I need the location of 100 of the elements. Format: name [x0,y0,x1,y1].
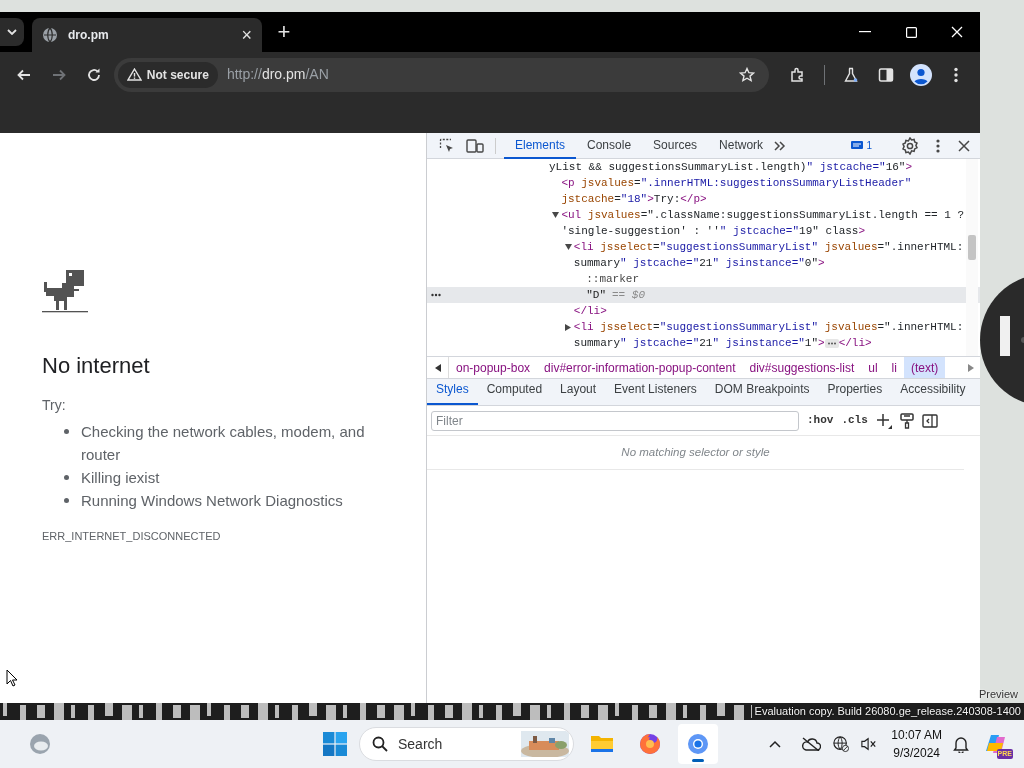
close-icon [951,26,963,38]
devtools-tab[interactable]: Console [576,132,643,159]
more-tabs-button[interactable] [774,140,787,151]
reload-icon [86,66,103,83]
search-field[interactable]: Search [396,732,496,756]
dinosaur-icon [42,270,88,313]
message-icon [851,140,864,151]
search-icon [372,736,388,752]
inspect-icon [439,137,455,154]
code-line: </li> [838,337,872,349]
cloud-off-icon [801,737,822,751]
side-panel-icon [877,66,894,83]
close-tab-button[interactable]: × [241,26,252,44]
issues-button[interactable]: 1 [851,140,872,151]
filter-field[interactable]: Filter [431,410,799,431]
code-line: summary" jstcache="21" jsinstance="1"> [573,337,825,349]
breadcrumb[interactable]: div#suggestions-list [742,357,862,378]
style-toggle-button[interactable]: :hov [807,412,834,429]
paint-roller-icon [899,412,914,429]
plus-icon [875,412,892,429]
sidebar-icon [921,413,938,428]
tab-title: dro.pm [68,27,110,44]
address-bar[interactable]: Not secure http://dro.pm/AN [113,57,769,92]
empty-message: No matching selector or style [427,436,964,471]
devtools-tab[interactable]: Network [708,132,775,159]
new-rule-button[interactable] [875,412,892,429]
maximize-icon [905,26,917,38]
breadcrumb[interactable]: div#error-information-popup-content [537,357,743,378]
cursor-icon [6,669,18,687]
fox-globe-icon [638,732,662,756]
style-toggle-button[interactable]: .cls [841,412,868,429]
code-line: summary" jstcache="21" jsinstance="0"> [573,257,825,269]
clock[interactable]: 10:07 AM 9/3/2024 [891,726,942,762]
globe-icon [42,27,58,43]
panel-tab[interactable]: Computed [477,380,552,405]
warning-icon [126,68,142,81]
suggestion-text: Checking the network cables, modem, and router [81,422,366,466]
panel-tab[interactable]: Layout [551,380,606,405]
panel-tab[interactable]: Properties [818,380,892,405]
panel-tab[interactable]: Styles [427,380,478,405]
code-line: <li jsselect="suggestionsSummaryList" jsvalues=".innerHTML: [573,241,964,253]
code-line: jstcache="18">Try:</p> [561,193,707,205]
selection-hint: == $0 [612,289,645,301]
new-tab-button[interactable]: + [270,21,298,43]
clock-date: 9/3/2024 [893,745,940,762]
scrollbar[interactable] [966,159,978,356]
avatar-icon [910,63,933,86]
breadcrumb[interactable]: (text) [903,357,946,378]
panel-tab[interactable]: Event Listeners [605,380,706,405]
tab-search-button[interactable] [0,18,24,46]
browser-tab[interactable]: dro.pm × [32,18,262,52]
error-code: ERR_INTERNET_DISCONNECTED [42,529,222,545]
devtools-tab[interactable]: Elements [504,132,577,159]
code-line: </li> [573,305,607,317]
code-line: yList && suggestionsSummaryList.length)" jstcache="16"> [549,161,913,173]
url-text: http://dro.pm/AN [226,65,330,84]
panel-tab[interactable]: Accessibility [891,380,975,405]
kebab-menu-icon [936,138,940,153]
ellipsis-icon[interactable] [431,293,441,298]
collapsed-content-icon [824,338,839,348]
sidebar-toggle-button[interactable] [921,413,938,428]
windows-logo-icon [323,732,347,756]
devtools-tab[interactable]: Sources [642,132,709,159]
code-line: 'single-suggestion' : ''" jstcache="19" class> [561,225,866,237]
devices-icon [466,138,484,153]
chevron-down-icon [7,29,17,35]
panel-tab[interactable]: DOM Breakpoints [705,380,819,405]
color-format-button[interactable] [899,412,914,429]
code-line: <li jsselect="suggestionsSummaryList" jsvalues=".innerHTML: [573,321,964,333]
browser-logo-icon [686,732,710,756]
kebab-menu-icon [954,66,959,83]
bullet-icon [64,429,69,435]
try-label: Try: [42,396,67,416]
globe-blocked-icon [833,735,850,753]
watermark-text: Evaluation copy. Build 26080.ge_release.240308-1400 [751,703,1024,720]
settings-icon [901,136,919,155]
expanded-arrow-icon[interactable] [564,244,572,251]
expanded-arrow-icon[interactable] [552,212,560,219]
bullet-icon [64,475,69,481]
triangle-right-icon [968,363,974,372]
chrome-button[interactable] [678,724,718,764]
close-icon [958,139,970,152]
breadcrumb[interactable]: ul [861,357,885,378]
suggestion-text: Killing iexist [81,468,160,489]
breadcrumb[interactable]: li [884,357,904,378]
double-chevron-icon [774,140,787,151]
search-bar[interactable]: Search [359,727,574,761]
watermark-text: Preview [978,687,1018,702]
code-text: "D" [586,289,606,301]
collapsed-arrow-icon[interactable] [564,324,572,331]
bullet-icon [64,498,69,504]
code-line: <p jsvalues=".innerHTML:suggestionsSummaryListHeader" [561,177,912,189]
breadcrumb[interactable]: on-popup-box [449,357,538,378]
security-chip[interactable]: Not secure [117,61,218,88]
flask-icon [842,66,859,83]
diagnostics-link[interactable]: Running Windows Network Diagnostics [81,489,343,513]
triangle-left-icon [434,363,441,372]
minimize-icon [859,31,871,33]
clock-time: 10:07 AM [891,727,942,744]
chevron-up-icon [769,740,782,748]
